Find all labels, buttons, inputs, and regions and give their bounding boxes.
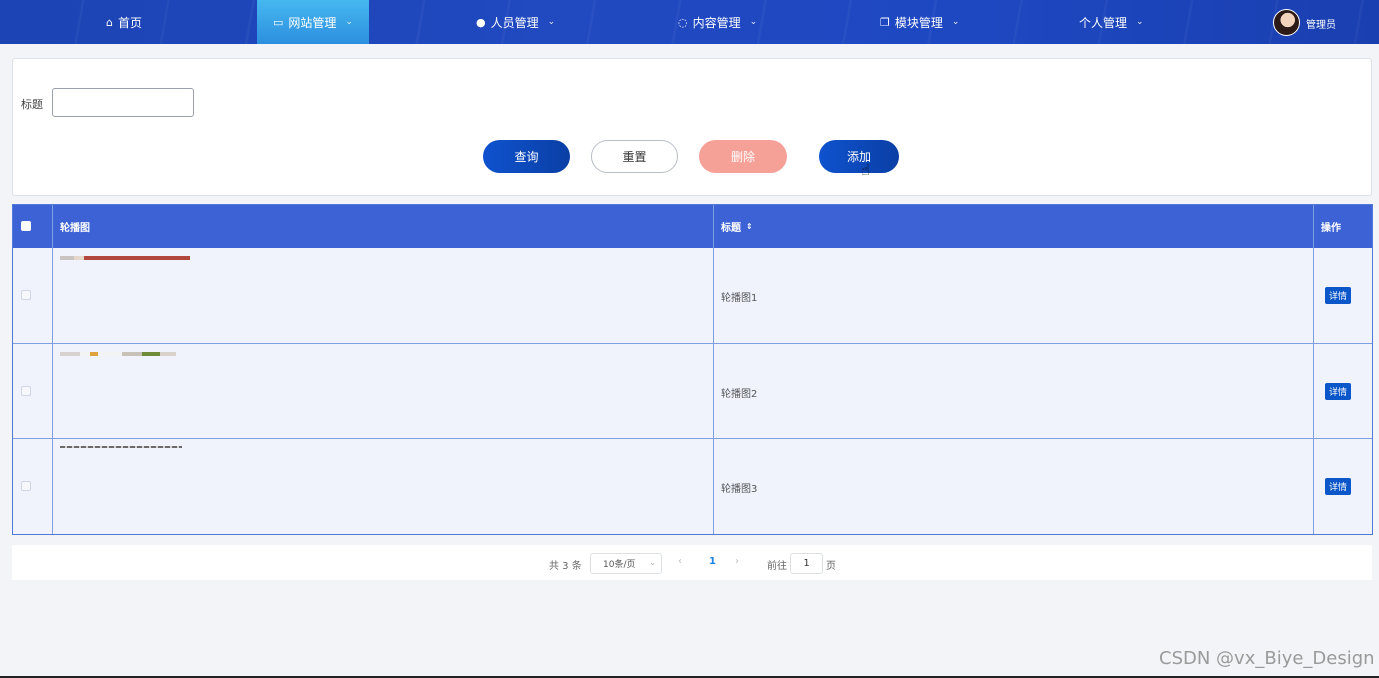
chevron-down-icon: ⌄ xyxy=(951,17,960,27)
next-page-icon[interactable]: › xyxy=(735,556,739,567)
row-checkbox[interactable] xyxy=(21,386,31,396)
title-search-input[interactable] xyxy=(52,88,194,117)
copy-icon: ❐ xyxy=(880,15,890,29)
select-all-checkbox[interactable] xyxy=(21,221,31,231)
table-header: 轮播图 标题 ⇕ 操作 xyxy=(13,205,1372,248)
nav-home[interactable]: ⌂ 首页 xyxy=(106,0,142,44)
avatar[interactable] xyxy=(1273,9,1300,36)
chevron-down-icon: ⌄ xyxy=(345,17,353,27)
row-title: 轮播图1 xyxy=(721,293,758,304)
table-row: 轮播图1 详情 xyxy=(13,248,1372,343)
detail-button[interactable]: 详情 xyxy=(1325,287,1351,304)
chevron-down-icon: ⌄ xyxy=(749,17,758,27)
carousel-thumbnail xyxy=(60,446,182,448)
column-header-title-label: 标题 xyxy=(721,223,741,234)
admin-name[interactable]: 管理员 xyxy=(1306,16,1336,31)
home-icon: ⌂ xyxy=(106,15,113,29)
carousel-table: 轮播图 标题 ⇕ 操作 轮播图1 详情 轮播图2 详情 轮播图3 详情 xyxy=(12,204,1373,535)
row-checkbox[interactable] xyxy=(21,290,31,300)
search-panel: 标题 查询 重置 删除 添加 ☝ xyxy=(12,58,1372,196)
nav-home-label: 首页 xyxy=(117,15,142,30)
query-button[interactable]: 查询 xyxy=(483,140,570,173)
goto-page-input[interactable]: 1 xyxy=(790,553,823,574)
table-row: 轮播图3 详情 xyxy=(13,438,1372,533)
delete-button[interactable]: 删除 xyxy=(699,140,787,173)
watermark: CSDN @vx_Biye_Design xyxy=(1159,648,1375,669)
pagination-total: 共 3 条 xyxy=(549,561,582,572)
pagination: 共 3 条 10条/页 ⌄ ‹ 1 › 前往 1 页 xyxy=(12,545,1372,580)
nav-content-management-label: 内容管理 xyxy=(692,15,741,30)
nav-module-management-label: 模块管理 xyxy=(894,15,943,30)
reset-button[interactable]: 重置 xyxy=(591,140,678,173)
page-number[interactable]: 1 xyxy=(709,556,716,567)
goto-label: 前往 xyxy=(767,561,787,572)
chevron-down-icon: ⌄ xyxy=(1136,17,1144,27)
page-size-value: 10条/页 xyxy=(603,560,636,570)
title-search-label: 标题 xyxy=(21,98,43,111)
nav-personal-management[interactable]: 个人管理 ⌄ xyxy=(1079,0,1144,44)
user-icon: ● xyxy=(476,15,486,29)
nav-site-management[interactable]: ▭ 网站管理 ⌄ xyxy=(257,0,369,44)
column-header-title[interactable]: 标题 ⇕ xyxy=(721,205,753,248)
carousel-thumbnail xyxy=(60,352,176,356)
chevron-down-icon: ⌄ xyxy=(649,558,656,567)
nav-module-management[interactable]: ❐ 模块管理 ⌄ xyxy=(880,0,959,44)
table-row: 轮播图2 详情 xyxy=(13,343,1372,438)
carousel-thumbnail xyxy=(60,256,190,260)
column-header-actions: 操作 xyxy=(1321,223,1341,234)
sort-icon[interactable]: ⇕ xyxy=(746,222,753,231)
prev-page-icon[interactable]: ‹ xyxy=(678,556,682,567)
hand-cursor-icon: ☝ xyxy=(861,161,871,179)
row-title: 轮播图3 xyxy=(721,484,758,495)
chat-icon: ◌ xyxy=(678,15,688,29)
top-nav: ⌂ 首页 ▭ 网站管理 ⌄ ● 人员管理 ⌄ ◌ 内容管理 ⌄ ❐ 模块管理 ⌄… xyxy=(0,0,1379,44)
page-suffix-label: 页 xyxy=(826,561,836,572)
monitor-icon: ▭ xyxy=(273,15,284,29)
nav-personal-management-label: 个人管理 xyxy=(1079,15,1128,30)
nav-user-management[interactable]: ● 人员管理 ⌄ xyxy=(476,0,555,44)
nav-site-management-label: 网站管理 xyxy=(288,15,337,30)
detail-button[interactable]: 详情 xyxy=(1325,383,1351,400)
add-button[interactable]: 添加 xyxy=(819,140,899,173)
row-checkbox[interactable] xyxy=(21,481,31,491)
page-size-select[interactable]: 10条/页 ⌄ xyxy=(590,553,662,574)
nav-content-management[interactable]: ◌ 内容管理 ⌄ xyxy=(678,0,757,44)
nav-user-management-label: 人员管理 xyxy=(490,15,539,30)
row-title: 轮播图2 xyxy=(721,389,758,400)
chevron-down-icon: ⌄ xyxy=(547,17,556,27)
column-header-carousel: 轮播图 xyxy=(60,223,90,234)
detail-button[interactable]: 详情 xyxy=(1325,478,1351,495)
